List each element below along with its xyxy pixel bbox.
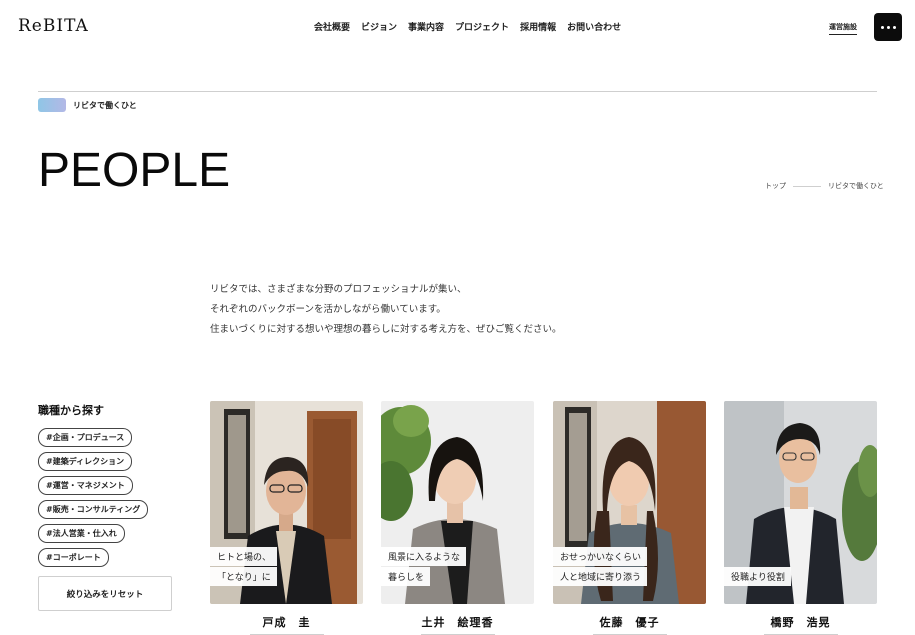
caption-line: おせっかいなくらい <box>553 547 648 566</box>
intro-line: それぞれのバックボーンを活かしながら働いています。 <box>210 304 446 315</box>
caption-line: 暮らしを <box>381 567 431 586</box>
person-name[interactable]: 戸成 圭 <box>210 614 363 630</box>
caption-line: 役職より役割 <box>724 567 791 586</box>
intro-line: リビタでは、さまざまな分野のプロフェッショナルが集い、 <box>210 284 467 295</box>
filter-tag-planning[interactable]: #企画・プロデュース <box>38 428 133 447</box>
filter-tag-sales[interactable]: #販売・コンサルティング <box>38 500 149 519</box>
filter-title: 職種から探す <box>38 404 104 417</box>
filter-tag-corporate[interactable]: #コーポレート <box>38 548 109 567</box>
filter-tag-management[interactable]: #運営・マネジメント <box>38 476 133 495</box>
page-title: PEOPLE <box>38 144 231 197</box>
filter-tag-corporate-sales[interactable]: #法人営業・仕入れ <box>38 524 125 543</box>
nav-item-business[interactable]: 事業内容 <box>408 20 444 33</box>
person-caption: 役職より役割 <box>724 567 791 586</box>
person-caption: ヒトと場の、 「となり」に <box>210 547 278 586</box>
person-card[interactable]: 風景に入るような 暮らしを 土井 絵理香 <box>381 401 534 635</box>
person-caption: おせっかいなくらい 人と地域に寄り添う <box>553 547 648 586</box>
more-dots-icon <box>886 25 890 29</box>
person-photo[interactable]: ヒトと場の、 「となり」に <box>210 401 363 604</box>
person-card[interactable]: おせっかいなくらい 人と地域に寄り添う 佐藤 優子 <box>553 401 706 635</box>
nav-item-company[interactable]: 会社概要 <box>314 20 350 33</box>
nav-item-project[interactable]: プロジェクト <box>455 20 509 33</box>
section-label: リビタで働くひと <box>73 101 137 110</box>
menu-button[interactable] <box>874 13 902 41</box>
site-logo[interactable]: ReBITA <box>18 16 89 36</box>
breadcrumb-separator <box>793 185 821 187</box>
divider <box>38 91 877 92</box>
caption-line: 人と地域に寄り添う <box>553 567 648 586</box>
breadcrumb: トップ リビタで働くひと <box>765 181 884 191</box>
intro-text: リビタでは、さまざまな分野のプロフェッショナルが集い、 それぞれのバックボーンを… <box>210 280 562 340</box>
person-photo[interactable]: おせっかいなくらい 人と地域に寄り添う <box>553 401 706 604</box>
person-name[interactable]: 橋野 浩晃 <box>724 614 877 630</box>
breadcrumb-home[interactable]: トップ <box>765 181 786 191</box>
person-card[interactable]: 役職より役割 橋野 浩晃 <box>724 401 877 635</box>
nav-item-vision[interactable]: ビジョン <box>361 20 397 33</box>
category-color-chip <box>38 98 66 112</box>
caption-line: 風景に入るような <box>381 547 467 566</box>
more-dots-icon <box>880 25 884 29</box>
caption-line: 「となり」に <box>210 567 277 586</box>
person-photo[interactable]: 風景に入るような 暮らしを <box>381 401 534 604</box>
more-dots-icon <box>892 25 896 29</box>
person-caption: 風景に入るような 暮らしを <box>381 547 467 586</box>
filter-tag-list: #企画・プロデュース #建築ディレクション #運営・マネジメント #販売・コンサ… <box>38 428 149 567</box>
reset-filter-button[interactable]: 絞り込みをリセット <box>38 576 172 611</box>
intro-line: 住まいづくりに対する想いや理想の暮らしに対する考え方を、ぜひご覧ください。 <box>210 324 562 335</box>
caption-line: ヒトと場の、 <box>210 547 278 566</box>
person-name[interactable]: 土井 絵理香 <box>381 614 534 630</box>
person-name[interactable]: 佐藤 優子 <box>553 614 706 630</box>
person-card[interactable]: ヒトと場の、 「となり」に 戸成 圭 <box>210 401 363 635</box>
person-photo[interactable]: 役職より役割 <box>724 401 877 604</box>
breadcrumb-current: リビタで働くひと <box>828 182 884 190</box>
facility-link[interactable]: 運営施設 <box>829 22 857 35</box>
filter-tag-architecture[interactable]: #建築ディレクション <box>38 452 133 471</box>
nav-item-contact[interactable]: お問い合わせ <box>567 20 621 33</box>
nav-item-recruit[interactable]: 採用情報 <box>520 20 556 33</box>
global-nav: 会社概要 ビジョン 事業内容 プロジェクト 採用情報 お問い合わせ <box>314 20 621 33</box>
